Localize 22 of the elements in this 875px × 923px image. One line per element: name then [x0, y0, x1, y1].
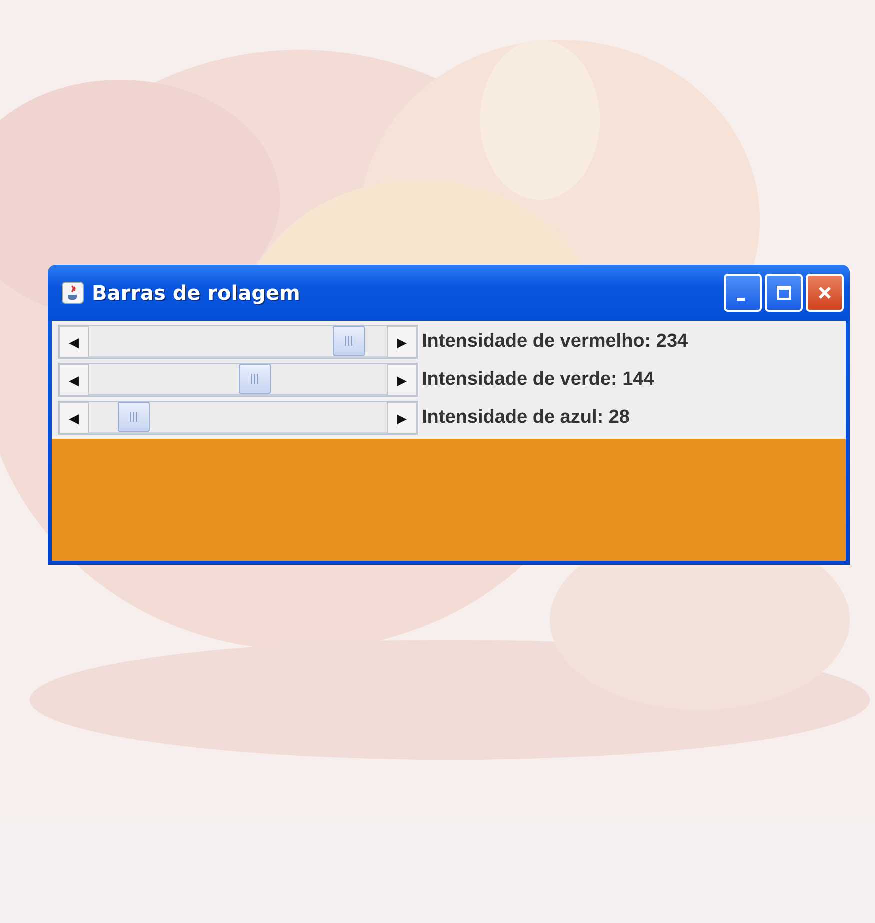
scrollbar-thumb[interactable]	[118, 402, 150, 432]
intensity-label: Intensidade de verde: 144	[422, 369, 654, 391]
close-button[interactable]	[806, 274, 844, 312]
scroll-right-button[interactable]: ▶	[387, 364, 417, 396]
window-title: Barras de rolagem	[92, 281, 302, 305]
intensity-label: Intensidade de azul: 28	[422, 407, 630, 429]
scroll-left-button[interactable]: ◀	[59, 364, 89, 396]
maximize-button[interactable]	[765, 274, 803, 312]
grip-icon	[344, 334, 354, 348]
minimize-button[interactable]	[724, 274, 762, 312]
grip-icon	[250, 372, 260, 386]
intensity-label: Intensidade de vermelho: 234	[422, 331, 688, 353]
scrollbar-thumb[interactable]	[333, 326, 366, 356]
scroll-right-button[interactable]: ▶	[387, 402, 417, 434]
cup-icon	[62, 282, 84, 304]
maximize-icon	[774, 283, 794, 303]
scrollbar-thumb[interactable]	[239, 364, 272, 394]
minimize-icon	[737, 298, 745, 300]
scroll-right-button[interactable]: ▶	[387, 326, 417, 358]
grip-icon	[129, 410, 140, 424]
scroll-left-button[interactable]: ◀	[59, 402, 89, 434]
scroll-left-button[interactable]: ◀	[59, 326, 89, 358]
